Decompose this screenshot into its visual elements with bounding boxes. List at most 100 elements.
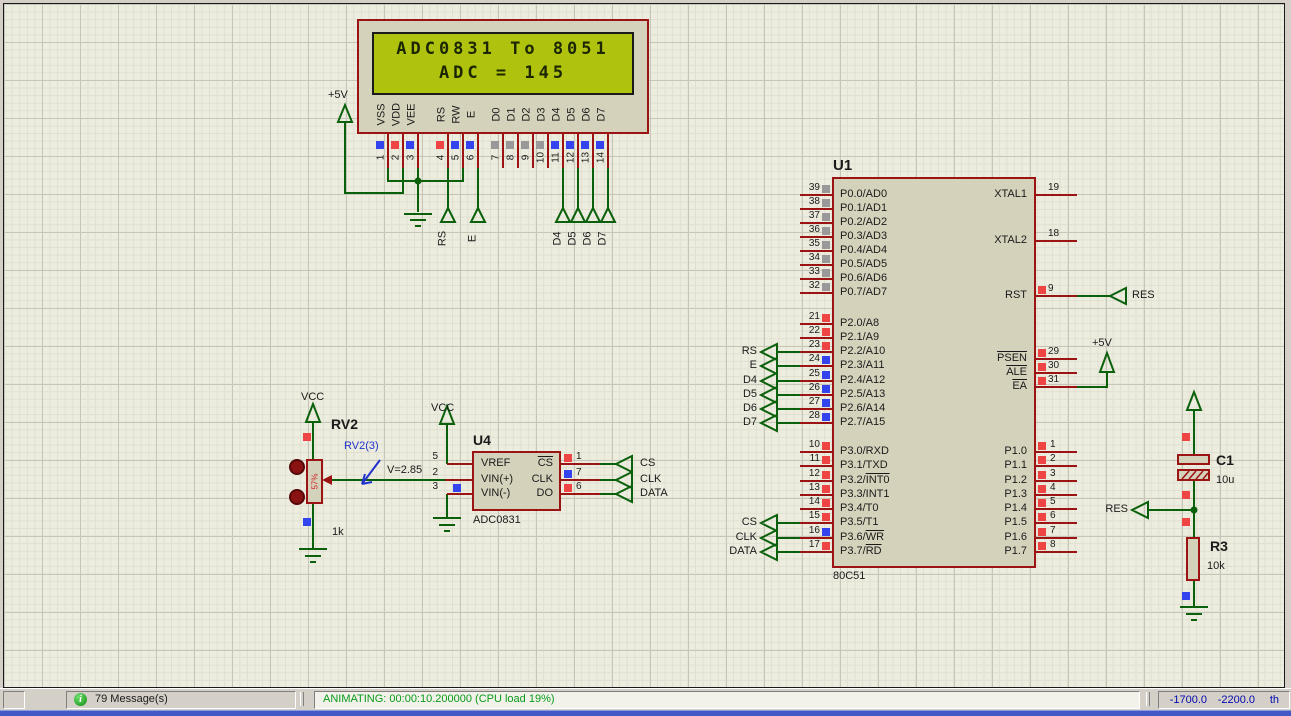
pin-name: PSEN	[945, 352, 1027, 365]
lcd-pin-name: RW	[451, 98, 464, 132]
mcu-ref: U1	[833, 158, 852, 174]
message-count: 79 Message(s)	[95, 692, 168, 707]
pin-name: P3.3/INT1	[840, 488, 890, 501]
pin-number: 1	[1050, 439, 1056, 450]
pin-number: 7	[1050, 525, 1056, 536]
pin-name: P0.1/AD1	[840, 202, 887, 215]
pin-number: 11	[790, 453, 820, 464]
pin-number: 6	[1050, 510, 1056, 521]
pin-name: P2.5/A13	[840, 388, 885, 401]
lcd-pin-number: 4	[436, 150, 447, 166]
pin-name: DO	[503, 487, 553, 500]
lcd-pin-number: 13	[581, 150, 592, 166]
lcd-pin-number: 11	[551, 150, 562, 166]
lcd-pin-name: VEE	[406, 98, 419, 132]
voltage-annotation: V=2.85	[387, 464, 422, 477]
background-window-strip	[0, 710, 1291, 716]
lcd-pin-name: D3	[536, 98, 549, 132]
pin-name: P1.3	[945, 488, 1027, 501]
res-ref: R3	[1210, 539, 1228, 554]
adc-part: ADC0831	[473, 514, 521, 527]
status-panel-coordinates: -1700.0 -2200.0 th	[1158, 691, 1290, 709]
pin-name: P1.0	[945, 445, 1027, 458]
pin-name: P2.4/A12	[840, 374, 885, 387]
pot-value: 1k	[332, 526, 344, 539]
pin-number: 28	[790, 410, 820, 421]
lcd-pin-number: 8	[506, 150, 517, 166]
pin-number: 13	[790, 482, 820, 493]
statusbar-gripper	[1146, 692, 1150, 706]
coordinate-x: -1700.0	[1161, 693, 1207, 708]
terminal-label-e[interactable]: E	[713, 359, 757, 372]
pin-number: 32	[790, 280, 820, 291]
terminal-label-d7[interactable]: D7	[713, 416, 757, 429]
lcd-pin-number: 10	[536, 150, 547, 166]
terminal-label-res[interactable]: RES	[1132, 289, 1155, 302]
pin-number: 3	[1050, 468, 1056, 479]
terminal-label-rs[interactable]: RS	[437, 227, 450, 251]
status-panel-blank	[3, 691, 25, 709]
pin-name: ALE	[945, 366, 1027, 379]
terminal-label-rs[interactable]: RS	[713, 345, 757, 358]
lcd-line-2: ADC = 145	[373, 63, 633, 83]
adc-ref: U4	[473, 433, 491, 448]
pin-name: P2.6/A14	[840, 402, 885, 415]
pin-name: P3.2/INT0	[840, 474, 890, 487]
pin-name: P0.3/AD3	[840, 230, 887, 243]
pin-name: XTAL2	[945, 234, 1027, 247]
terminal-label-d7[interactable]: D7	[597, 227, 610, 251]
pin-number: 8	[1050, 539, 1056, 550]
pin-name: P2.1/A9	[840, 331, 879, 344]
lcd-pin-name: D6	[581, 98, 594, 132]
power-net-label: VCC	[431, 402, 454, 415]
pin-name: P2.3/A11	[840, 359, 884, 372]
pin-number: 6	[576, 481, 582, 492]
simulation-status: ANIMATING: 00:00:10.200000 (CPU load 19%…	[323, 692, 555, 707]
terminal-label-d6[interactable]: D6	[713, 402, 757, 415]
pin-name: P0.6/AD6	[840, 272, 887, 285]
terminal-label-d5[interactable]: D5	[713, 388, 757, 401]
pin-name: P2.2/A10	[840, 345, 885, 358]
terminal-label-d5[interactable]: D5	[567, 227, 580, 251]
terminal-label-d4[interactable]: D4	[713, 374, 757, 387]
pin-name: CLK	[503, 473, 553, 486]
pin-name: P3.7/RD	[840, 545, 882, 558]
pin-name: P0.4/AD4	[840, 244, 887, 257]
terminal-label-cs[interactable]: CS	[640, 457, 655, 470]
pin-name: P0.0/AD0	[840, 188, 887, 201]
terminal-label-d4[interactable]: D4	[552, 227, 565, 251]
probe-label: RV2(3)	[344, 440, 379, 453]
cap-value: 10u	[1216, 474, 1234, 487]
lcd-pin-name: VSS	[376, 98, 389, 132]
terminal-label-cs[interactable]: CS	[713, 516, 757, 529]
lcd-pin-number: 6	[466, 150, 477, 166]
terminal-label-data[interactable]: DATA	[640, 487, 668, 500]
mcu-part: 80C51	[833, 570, 865, 583]
pin-number: 30	[1048, 360, 1059, 371]
lcd-pin-name: E	[466, 98, 479, 132]
lcd-pin-name: RS	[436, 98, 449, 132]
pin-number: 1	[576, 451, 582, 462]
terminal-label-d6[interactable]: D6	[582, 227, 595, 251]
terminal-label-clk[interactable]: CLK	[713, 531, 757, 544]
pin-number: 15	[790, 510, 820, 521]
pin-number: 29	[1048, 346, 1059, 357]
terminal-label-res[interactable]: RES	[1094, 503, 1128, 516]
pin-number: 9	[1048, 283, 1054, 294]
pin-number: 17	[790, 539, 820, 550]
terminal-label-e[interactable]: E	[467, 227, 480, 251]
terminal-label-data[interactable]: DATA	[713, 545, 757, 558]
info-icon: i	[74, 693, 87, 706]
lcd-pin-number: 12	[566, 150, 577, 166]
status-bar: i 79 Message(s) ANIMATING: 00:00:10.2000…	[0, 688, 1291, 711]
pot-percent: 57%	[310, 467, 321, 497]
power-net-label: +5V	[1092, 337, 1112, 350]
status-panel-messages[interactable]: i 79 Message(s)	[66, 691, 296, 709]
lcd-pin-number: 3	[406, 150, 417, 166]
lcd-pin-name: D0	[491, 98, 504, 132]
lcd-pin-name: VDD	[391, 98, 404, 132]
terminal-label-clk[interactable]: CLK	[640, 473, 661, 486]
pin-name: XTAL1	[945, 188, 1027, 201]
lcd-pin-number: 14	[596, 150, 607, 166]
pin-name: P0.5/AD5	[840, 258, 887, 271]
